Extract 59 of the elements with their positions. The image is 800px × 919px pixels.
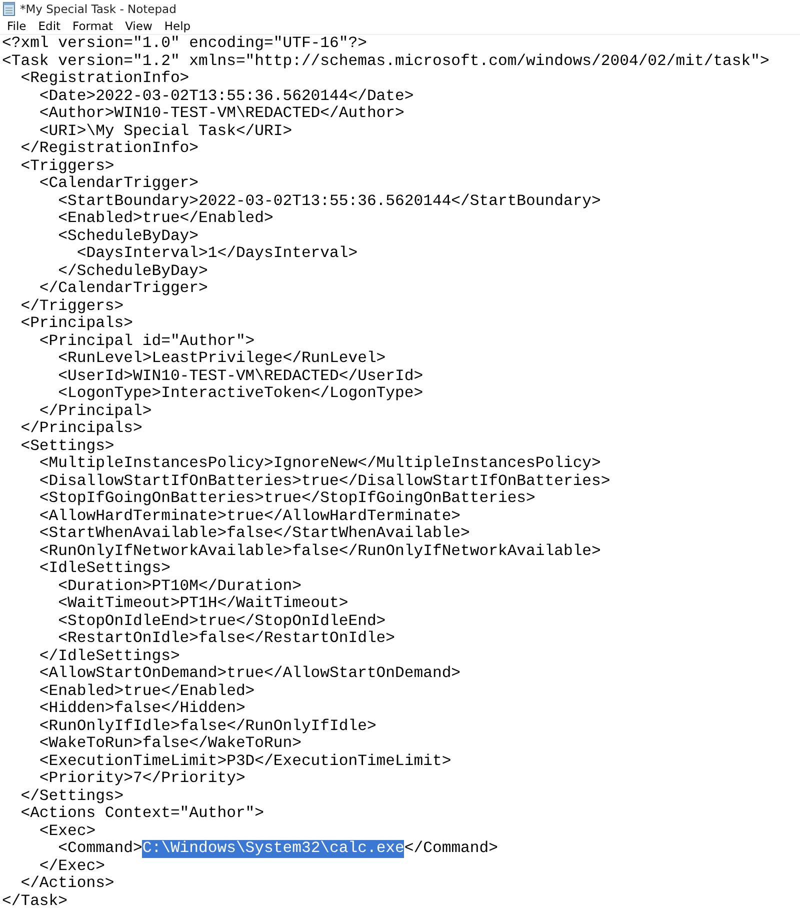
window-title: *My Special Task - Notepad	[20, 2, 176, 16]
text-line: <Enabled>true</Enabled>	[57, 210, 274, 228]
text-line: <Duration>PT10M</Duration>	[57, 578, 302, 595]
text-line: </IdleSettings>	[38, 648, 180, 665]
text-line: <Actions Context="Author">	[20, 805, 264, 822]
text-line: </ScheduleByDay>	[57, 262, 208, 280]
text-line: <Command>	[57, 840, 142, 858]
text-line: <Settings>	[20, 438, 114, 455]
text-line: <UserId>WIN10-TEST-VM\REDACTED</UserId>	[57, 368, 424, 385]
text-line: </Task>	[2, 892, 68, 910]
text-line: <LogonType>InteractiveToken</LogonType>	[57, 385, 424, 402]
notepad-icon	[3, 2, 15, 16]
menu-item[interactable]: View	[119, 19, 158, 33]
text-line: </Actions>	[20, 875, 114, 892]
text-line: <DaysInterval>1</DaysInterval>	[76, 245, 358, 262]
text-line: <Priority>7</Priority>	[38, 770, 246, 788]
text-line: <Author>WIN10-TEST-VM\REDACTED</Author>	[38, 105, 404, 122]
text-line: <RunLevel>LeastPrivilege</RunLevel>	[57, 350, 386, 368]
text-line: <Principals>	[20, 315, 134, 332]
text-line: </Settings>	[20, 788, 124, 805]
text-line: <WaitTimeout>PT1H</WaitTimeout>	[57, 595, 348, 612]
text-line: </Principal>	[38, 402, 152, 420]
text-line: <Triggers>	[20, 158, 114, 175]
text-line: <Principal id="Author">	[38, 332, 255, 350]
text-line: <RestartOnIdle>false</RestartOnIdle>	[57, 630, 396, 648]
selected-text: C:\Windows\System32\calc.exe	[142, 840, 404, 858]
text-line: </Principals>	[20, 420, 142, 438]
text-line: <?xml version="1.0" encoding="UTF-16"?>	[2, 35, 367, 52]
text-line: </RegistrationInfo>	[20, 140, 199, 158]
text-line: <RegistrationInfo>	[20, 70, 190, 88]
text-line: <CalendarTrigger>	[38, 175, 199, 192]
text-line: <MultipleInstancesPolicy>IgnoreNew</MultipleInstancesPolicy>	[38, 455, 601, 472]
text-line: <StopIfGoingOnBatteries>true</StopIfGoingOnBatteries>	[38, 490, 536, 508]
text-line: </CalendarTrigger>	[38, 280, 208, 298]
text-line: <ExecutionTimeLimit>P3D</ExecutionTimeLimit>	[38, 752, 452, 770]
text-line: <AllowStartOnDemand>true</AllowStartOnDemand>	[38, 665, 461, 682]
text-line: <StartBoundary>2022-03-02T13:55:36.5620144</StartBoundary>	[57, 192, 601, 210]
text-line: </Exec>	[38, 858, 105, 875]
menu-item[interactable]: Edit	[32, 19, 67, 33]
text-line: <ScheduleByDay>	[57, 228, 199, 245]
text-line: <AllowHardTerminate>true</AllowHardTerminate>	[38, 508, 461, 525]
text-line: </Command>	[404, 840, 498, 858]
menu-item[interactable]: Help	[158, 19, 197, 33]
text-line: </Triggers>	[20, 298, 124, 315]
text-line: <Enabled>true</Enabled>	[38, 682, 255, 700]
text-line: <StopOnIdleEnd>true</StopOnIdleEnd>	[57, 612, 386, 630]
menu-item[interactable]: Format	[66, 19, 120, 33]
text-line: <Hidden>false</Hidden>	[38, 700, 246, 718]
text-line: <RunOnlyIfNetworkAvailable>false</RunOnlyIfNetworkAvailable>	[38, 542, 601, 560]
text-line: <Date>2022-03-02T13:55:36.5620144</Date>	[38, 88, 414, 105]
menu-item[interactable]: File	[1, 19, 32, 33]
text-line: <WakeToRun>false</WakeToRun>	[38, 735, 302, 752]
text-line: <StartWhenAvailable>false</StartWhenAvailable>	[38, 525, 470, 542]
text-line: <Task version="1.2" xmlns="http://schemas.microsoft.com/windows/2004/02/mit/task">	[2, 52, 770, 70]
text-line: <DisallowStartIfOnBatteries>true</DisallowStartIfOnBatteries>	[38, 472, 610, 490]
text-line: <RunOnlyIfIdle>false</RunOnlyIfIdle>	[38, 718, 376, 735]
text-line: <URI>\My Special Task</URI>	[38, 122, 292, 140]
text-line: <Exec>	[38, 822, 96, 840]
text-line: <IdleSettings>	[38, 560, 170, 578]
